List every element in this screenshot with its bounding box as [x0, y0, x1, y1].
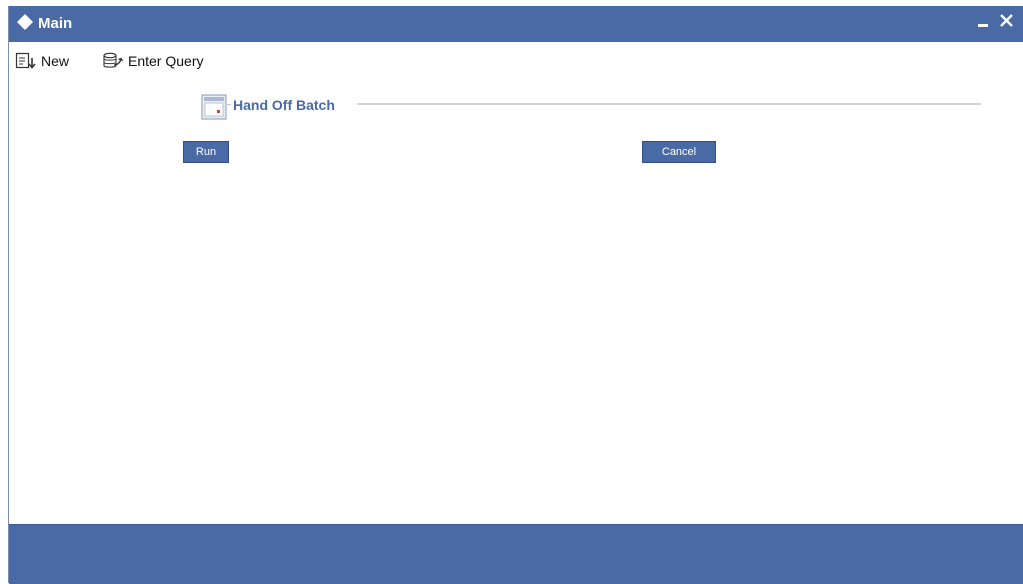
- section-divider-left: [225, 104, 231, 105]
- database-query-icon: [103, 52, 124, 68]
- close-icon: [1000, 14, 1013, 27]
- cancel-button[interactable]: Cancel: [642, 141, 716, 163]
- new-label: New: [41, 53, 70, 69]
- minimize-icon: [978, 24, 988, 27]
- run-button[interactable]: Run: [183, 141, 229, 163]
- enter-query-label: Enter Query: [128, 53, 204, 69]
- window-title: Main: [38, 15, 73, 32]
- footer-bar: [9, 524, 1023, 584]
- content-area: Hand Off Batch Run Cancel: [9, 74, 1023, 524]
- enter-query-button[interactable]: Enter Query: [102, 51, 203, 71]
- minimize-button[interactable]: [974, 10, 994, 32]
- section-title: Hand Off Batch: [233, 97, 335, 113]
- diamond-icon: [17, 14, 33, 30]
- title-bar[interactable]: Main: [9, 6, 1023, 42]
- main-window: Main New Enter Query Hand Off Batch Run …: [8, 6, 1023, 584]
- close-button[interactable]: [997, 10, 1017, 32]
- new-document-icon: [15, 52, 36, 69]
- new-button[interactable]: New: [15, 51, 69, 71]
- toolbar: New Enter Query: [9, 42, 1023, 74]
- form-window-icon: [201, 94, 227, 120]
- section-divider: [357, 103, 981, 105]
